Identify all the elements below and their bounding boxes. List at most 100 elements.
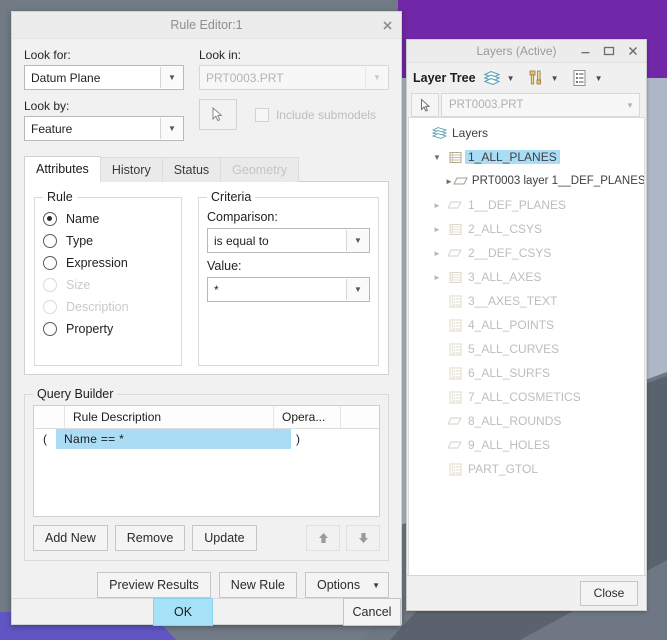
tree-item[interactable]: Layers bbox=[409, 121, 644, 145]
radio-label-size: Size bbox=[66, 278, 90, 292]
close-icon[interactable] bbox=[622, 41, 644, 61]
layer-tree-chevron-down-icon[interactable]: ▼ bbox=[505, 67, 517, 89]
query-builder-header: Rule Description Opera... bbox=[34, 406, 379, 429]
options-button[interactable]: Options ▼ bbox=[305, 572, 389, 598]
list-chevron-down-icon[interactable]: ▼ bbox=[593, 67, 605, 89]
cursor-pointer-icon[interactable] bbox=[199, 99, 237, 130]
tab-bar[interactable]: AttributesHistoryStatusGeometry bbox=[24, 157, 389, 182]
rule-group-legend: Rule bbox=[43, 190, 77, 204]
radio-label-expression: Expression bbox=[66, 256, 128, 270]
expander-collapsed-icon[interactable]: ► bbox=[429, 265, 445, 289]
plane-icon bbox=[445, 199, 465, 211]
expander-collapsed-icon[interactable]: ► bbox=[445, 169, 453, 193]
radio-row-expression[interactable]: Expression bbox=[43, 252, 173, 274]
new-rule-button[interactable]: New Rule bbox=[219, 572, 297, 598]
expander-collapsed-icon[interactable]: ► bbox=[429, 193, 445, 217]
layer-tree-label: Layer Tree bbox=[413, 71, 476, 85]
comparison-chevron-down-icon[interactable]: ▼ bbox=[346, 230, 369, 251]
radio-row-type[interactable]: Type bbox=[43, 230, 173, 252]
comparison-combo[interactable]: is equal to ▼ bbox=[207, 228, 370, 253]
tab-status[interactable]: Status bbox=[162, 157, 221, 182]
value-combo[interactable]: * ▼ bbox=[207, 277, 370, 302]
radio-property-icon[interactable] bbox=[43, 322, 57, 336]
tree-item[interactable]: 3__AXES_TEXT bbox=[409, 289, 644, 313]
value-input[interactable]: * bbox=[208, 283, 346, 297]
tree-item[interactable]: 9_ALL_HOLES bbox=[409, 433, 644, 457]
preview-results-button[interactable]: Preview Results bbox=[97, 572, 211, 598]
model-filter-value: PRT0003.PRT bbox=[442, 99, 621, 111]
layers-stack-icon[interactable] bbox=[481, 67, 503, 89]
look-for-label: Look for: bbox=[24, 48, 184, 62]
query-row[interactable]: (Name == *) bbox=[34, 429, 379, 449]
value-chevron-down-icon[interactable]: ▼ bbox=[346, 279, 369, 300]
expander-expanded-icon[interactable]: ▼ bbox=[429, 145, 445, 169]
tree-item-label: Layers bbox=[449, 126, 491, 140]
tools-icon[interactable] bbox=[525, 67, 547, 89]
include-submodels-label: Include submodels bbox=[276, 108, 376, 122]
look-for-chevron-down-icon[interactable]: ▼ bbox=[160, 67, 183, 88]
close-button[interactable]: Close bbox=[580, 581, 638, 606]
ok-button[interactable]: OK bbox=[153, 598, 213, 626]
query-builder-buttons: Add New Remove Update bbox=[33, 525, 380, 551]
layer-tree[interactable]: Layers ▼1_ALL_PLANES►PRT0003 layer 1__DEF… bbox=[408, 117, 645, 575]
tab-attributes[interactable]: Attributes bbox=[24, 156, 101, 182]
column-header-paren bbox=[34, 406, 65, 428]
rule-description-cell[interactable]: Name == * bbox=[56, 429, 291, 449]
query-builder-rows[interactable]: (Name == *) bbox=[34, 429, 379, 449]
look-by-chevron-down-icon[interactable]: ▼ bbox=[160, 118, 183, 139]
list-settings-icon[interactable] bbox=[569, 67, 591, 89]
radio-row-property[interactable]: Property bbox=[43, 318, 173, 340]
tree-item[interactable]: ►PRT0003 layer 1__DEF_PLANES. bbox=[409, 169, 644, 193]
look-by-combo[interactable]: Feature ▼ bbox=[24, 116, 184, 141]
rule-editor-body: Look for: Datum Plane ▼ Look in: PRT0003… bbox=[12, 39, 401, 598]
tree-item[interactable]: ►2__DEF_CSYS bbox=[409, 241, 644, 265]
tree-item[interactable]: 7_ALL_COSMETICS bbox=[409, 385, 644, 409]
maximize-icon[interactable] bbox=[598, 41, 620, 61]
tree-item[interactable]: ▼1_ALL_PLANES bbox=[409, 145, 644, 169]
radio-row-name[interactable]: Name bbox=[43, 208, 173, 230]
rule-editor-title: Rule Editor:1 bbox=[12, 18, 373, 32]
model-filter-combo[interactable]: PRT0003.PRT ▼ bbox=[441, 93, 640, 117]
layers-toolbar: Layer Tree ▼ ▼ bbox=[407, 63, 646, 93]
tree-item[interactable]: 4_ALL_POINTS bbox=[409, 313, 644, 337]
tree-item[interactable]: ►2_ALL_CSYS bbox=[409, 217, 644, 241]
rule-radio-list[interactable]: Name Type Expression Size Description Propert… bbox=[43, 208, 173, 340]
expander-placeholder bbox=[429, 433, 445, 457]
minimize-icon[interactable] bbox=[574, 41, 596, 61]
tree-item[interactable]: 6_ALL_SURFS bbox=[409, 361, 644, 385]
cursor-pointer-icon[interactable] bbox=[411, 93, 439, 117]
radio-expression-icon[interactable] bbox=[43, 256, 57, 270]
look-in-field: Look in: PRT0003.PRT ▼ bbox=[199, 48, 389, 90]
update-button[interactable]: Update bbox=[192, 525, 256, 551]
radio-name-icon[interactable] bbox=[43, 212, 57, 226]
radio-label-name: Name bbox=[66, 212, 99, 226]
arrow-down-icon[interactable] bbox=[346, 525, 380, 551]
layer-list-icon bbox=[445, 366, 465, 381]
arrow-up-icon[interactable] bbox=[306, 525, 340, 551]
radio-type-icon[interactable] bbox=[43, 234, 57, 248]
query-builder-group: Query Builder Rule Description Opera... … bbox=[24, 387, 389, 561]
radio-label-description: Description bbox=[66, 300, 129, 314]
column-header-operator: Opera... bbox=[274, 406, 341, 428]
remove-button[interactable]: Remove bbox=[115, 525, 186, 551]
tree-item[interactable]: PART_GTOL bbox=[409, 457, 644, 481]
tree-item[interactable]: ►1__DEF_PLANES bbox=[409, 193, 644, 217]
tree-item-label: 5_ALL_CURVES bbox=[465, 342, 562, 356]
tree-item[interactable]: 5_ALL_CURVES bbox=[409, 337, 644, 361]
close-icon[interactable] bbox=[373, 12, 401, 38]
look-for-combo[interactable]: Datum Plane ▼ bbox=[24, 65, 184, 90]
tab-history[interactable]: History bbox=[100, 157, 163, 182]
expander-collapsed-icon[interactable]: ► bbox=[429, 241, 445, 265]
plane-icon bbox=[445, 415, 465, 427]
tools-chevron-down-icon[interactable]: ▼ bbox=[549, 67, 561, 89]
layer-list-icon bbox=[445, 318, 465, 333]
tree-item[interactable]: 8_ALL_ROUNDS bbox=[409, 409, 644, 433]
expander-collapsed-icon[interactable]: ► bbox=[429, 217, 445, 241]
model-filter-chevron-down-icon[interactable]: ▼ bbox=[621, 95, 639, 115]
cancel-button[interactable]: Cancel bbox=[343, 598, 401, 626]
add-new-button[interactable]: Add New bbox=[33, 525, 108, 551]
expander-placeholder bbox=[429, 361, 445, 385]
tree-item[interactable]: ►3_ALL_AXES bbox=[409, 265, 644, 289]
expander-placeholder bbox=[429, 337, 445, 361]
query-builder-table[interactable]: Rule Description Opera... (Name == *) bbox=[33, 405, 380, 517]
